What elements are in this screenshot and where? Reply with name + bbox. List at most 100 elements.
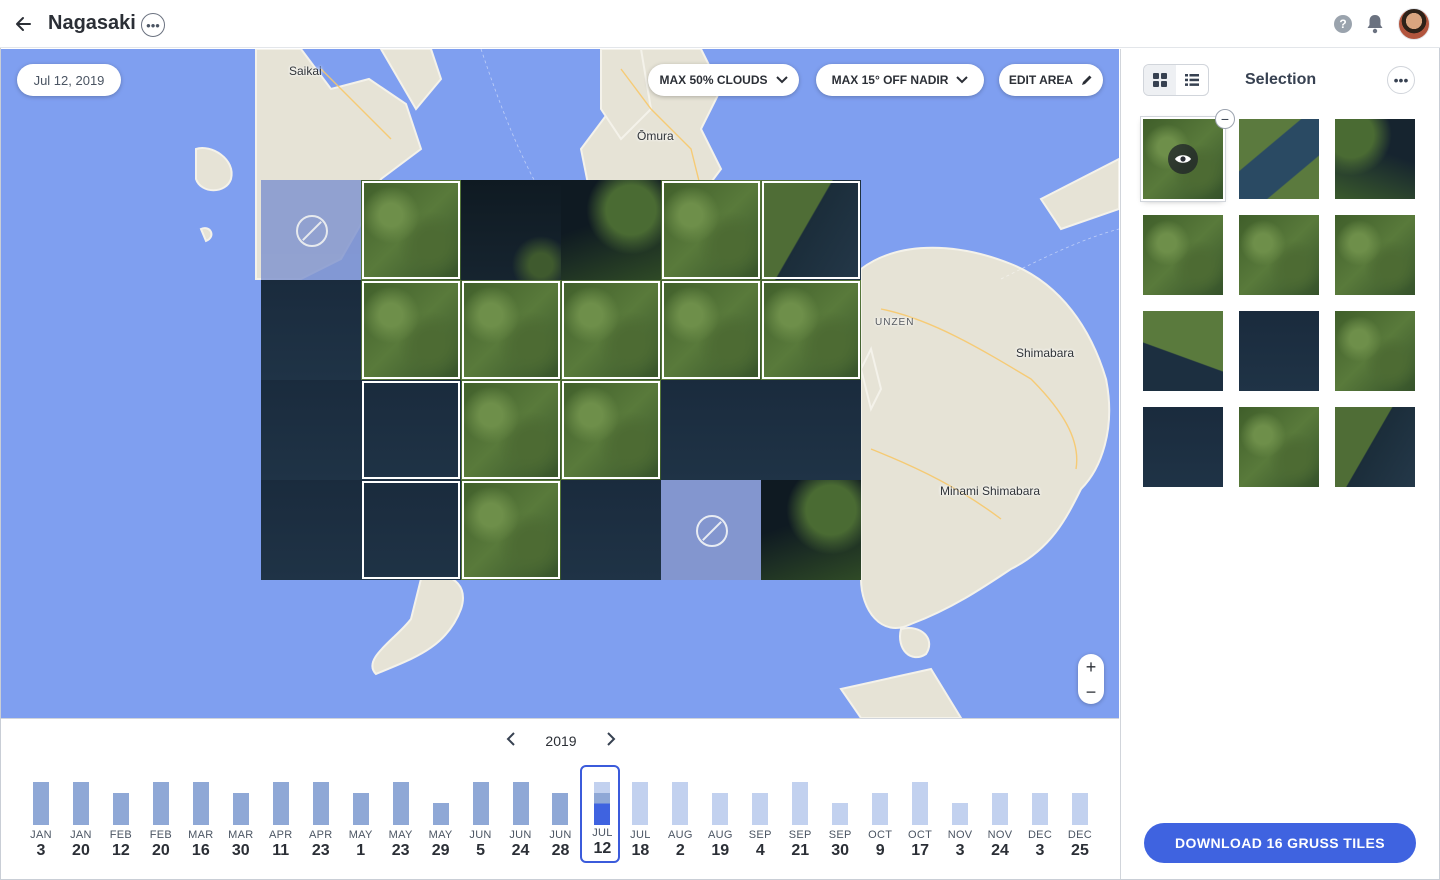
date-bar-dec-25[interactable]: DEC 25 (1060, 767, 1100, 863)
date-bar-jan-20[interactable]: JAN 20 (61, 767, 101, 863)
avatar[interactable] (1398, 8, 1430, 40)
bar-day-label: 25 (1071, 842, 1089, 859)
bar-month-label: JAN (30, 829, 52, 841)
selection-thumbnail[interactable] (1143, 215, 1223, 295)
chevron-right-icon[interactable] (606, 731, 616, 751)
selected-tile[interactable] (361, 380, 461, 480)
imagery-tile[interactable] (561, 180, 661, 280)
date-bar-jun-5[interactable]: JUN 5 (461, 767, 501, 863)
selection-thumbnail[interactable] (1239, 119, 1319, 199)
edit-area-button[interactable]: EDIT AREA (999, 64, 1103, 96)
imagery-tile[interactable] (261, 380, 361, 480)
imagery-tile[interactable] (761, 480, 861, 580)
place-label-shimabara: Shimabara (1016, 346, 1075, 360)
date-bar-feb-12[interactable]: FEB 12 (101, 767, 141, 863)
date-bar-nov-3[interactable]: NOV 3 (940, 767, 980, 863)
selected-tile[interactable] (561, 280, 661, 380)
nadir-filter-dropdown[interactable]: MAX 15° OFF NADIR (816, 64, 984, 96)
date-bar-apr-23[interactable]: APR 23 (301, 767, 341, 863)
map-view[interactable]: Saikai Ōmura UNZEN Shimabara Minami Shim… (1, 49, 1119, 718)
date-bar-feb-20[interactable]: FEB 20 (141, 767, 181, 863)
bar-month-label: MAY (388, 829, 413, 841)
place-label-saikai: Saikai (289, 64, 322, 78)
edit-area-label: EDIT AREA (1008, 73, 1074, 87)
selection-thumbnail[interactable] (1335, 119, 1415, 199)
selection-thumbnail[interactable]: − (1141, 109, 1235, 201)
date-bar-jun-24[interactable]: JUN 24 (501, 767, 541, 863)
imagery-tile[interactable] (761, 380, 861, 480)
selection-thumbnail[interactable] (1143, 407, 1223, 487)
date-filter-button[interactable]: Jul 12, 2019 (17, 64, 121, 96)
selected-tile[interactable] (461, 280, 561, 380)
bar-mark (352, 793, 369, 825)
date-bar-jul-18[interactable]: JUL 18 (620, 767, 660, 863)
imagery-tile[interactable] (261, 480, 361, 580)
blocked-tile[interactable] (261, 180, 361, 280)
date-bar-oct-17[interactable]: OCT 17 (900, 767, 940, 863)
date-bar-aug-19[interactable]: AUG 19 (700, 767, 740, 863)
date-bar-mar-16[interactable]: MAR 16 (181, 767, 221, 863)
list-view-icon[interactable] (1176, 65, 1208, 95)
bar-mark (392, 782, 409, 825)
blocked-tile[interactable] (661, 480, 761, 580)
selection-thumbnail[interactable] (1239, 215, 1319, 295)
date-bar-sep-4[interactable]: SEP 4 (740, 767, 780, 863)
panel-more-button[interactable]: ••• (1387, 66, 1415, 94)
date-bar-aug-2[interactable]: AUG 2 (660, 767, 700, 863)
clouds-filter-dropdown[interactable]: MAX 50% CLOUDS (648, 64, 799, 96)
bar-month-label: SEP (828, 829, 852, 841)
selection-thumbnail[interactable] (1239, 311, 1319, 391)
date-bar-jan-3[interactable]: JAN 3 (21, 767, 61, 863)
selection-thumbnail[interactable] (1143, 311, 1223, 391)
date-bar-sep-30[interactable]: SEP 30 (820, 767, 860, 863)
date-bar-may-1[interactable]: MAY 1 (341, 767, 381, 863)
date-bar-jul-12[interactable]: JUL 12 (580, 765, 621, 863)
date-bar-nov-24[interactable]: NOV 24 (980, 767, 1020, 863)
date-bar-may-23[interactable]: MAY 23 (381, 767, 421, 863)
selected-tile[interactable] (661, 280, 761, 380)
selected-tile[interactable] (461, 380, 561, 480)
chevron-left-icon[interactable] (506, 731, 516, 751)
bar-day-label: 4 (755, 842, 765, 859)
imagery-tile[interactable] (561, 480, 661, 580)
imagery-tile[interactable] (461, 180, 561, 280)
download-button[interactable]: DOWNLOAD 16 GRUSS TILES (1144, 823, 1416, 863)
bar-day-label: 23 (391, 842, 410, 859)
bar-month-label: JUN (509, 829, 532, 841)
date-bar-apr-11[interactable]: APR 11 (261, 767, 301, 863)
bell-icon[interactable] (1366, 14, 1384, 34)
selected-tile[interactable] (461, 480, 561, 580)
zoom-in-button[interactable]: + (1086, 658, 1097, 676)
selection-thumbnail[interactable] (1335, 215, 1415, 295)
selected-tile[interactable] (361, 180, 461, 280)
imagery-tile[interactable] (661, 380, 761, 480)
help-icon[interactable]: ? (1334, 15, 1352, 33)
date-bar-oct-9[interactable]: OCT 9 (860, 767, 900, 863)
imagery-tile[interactable] (261, 280, 361, 380)
selection-thumbnail[interactable] (1335, 311, 1415, 391)
blocked-icon (696, 515, 728, 547)
selected-tile[interactable] (761, 180, 861, 280)
selection-thumbnail[interactable] (1335, 407, 1415, 487)
selected-tile[interactable] (761, 280, 861, 380)
zoom-out-button[interactable]: − (1086, 683, 1097, 701)
remove-thumbnail-button[interactable]: − (1215, 109, 1235, 129)
selected-tile[interactable] (361, 480, 461, 580)
selected-tile[interactable] (361, 280, 461, 380)
bar-day-label: 12 (112, 842, 130, 859)
date-bar-dec-3[interactable]: DEC 3 (1020, 767, 1060, 863)
selection-panel: Selection ••• − DOWNLOAD 16 GRUSS TILES (1120, 49, 1439, 879)
selected-tile[interactable] (661, 180, 761, 280)
back-arrow-icon[interactable] (12, 12, 36, 36)
date-bar-mar-30[interactable]: MAR 30 (221, 767, 261, 863)
selection-thumbnail[interactable] (1239, 407, 1319, 487)
selected-tile[interactable] (561, 380, 661, 480)
title-more-button[interactable]: ••• (141, 13, 165, 37)
bar-mark (952, 803, 969, 825)
grid-view-icon[interactable] (1144, 65, 1176, 95)
date-bar-may-29[interactable]: MAY 29 (421, 767, 461, 863)
date-bar-jun-28[interactable]: JUN 28 (540, 767, 580, 863)
date-bar-sep-21[interactable]: SEP 21 (780, 767, 820, 863)
pencil-icon (1082, 75, 1092, 85)
eye-icon[interactable] (1168, 144, 1198, 174)
